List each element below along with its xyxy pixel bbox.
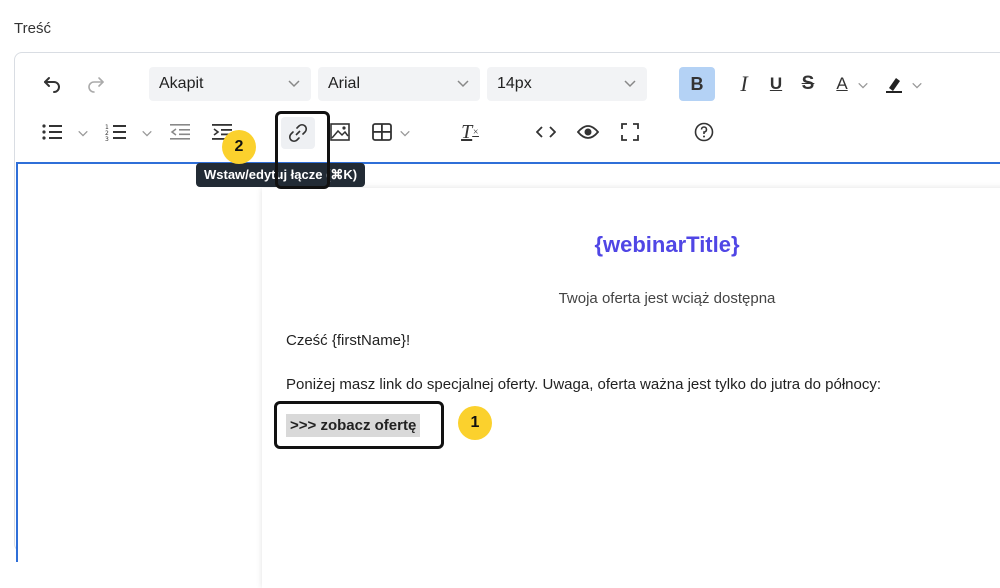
underline-button[interactable]: U bbox=[761, 69, 791, 99]
outdent-icon[interactable] bbox=[165, 117, 195, 147]
text-color-button[interactable]: A bbox=[827, 69, 857, 99]
clear-formatting-label: T bbox=[461, 120, 473, 143]
highlight-icon[interactable] bbox=[879, 69, 909, 99]
content-field-label: Treść bbox=[14, 20, 51, 37]
italic-button[interactable]: I bbox=[729, 69, 759, 99]
email-title: {webinarTitle} bbox=[594, 232, 740, 257]
highlight-box-link-button bbox=[275, 111, 330, 189]
clear-x-mark: × bbox=[472, 126, 479, 138]
chevron-down-icon bbox=[457, 80, 469, 88]
table-icon[interactable] bbox=[367, 117, 397, 147]
font-family-select[interactable]: Arial bbox=[318, 67, 480, 101]
numbered-list-icon[interactable]: 123 bbox=[101, 117, 131, 147]
chevron-down-icon[interactable] bbox=[857, 79, 869, 91]
chevron-down-icon[interactable] bbox=[77, 127, 89, 139]
bullet-list-icon[interactable] bbox=[37, 117, 67, 147]
strikethrough-button[interactable]: S bbox=[793, 69, 823, 99]
email-greeting: Cześć {firstName}! bbox=[286, 332, 411, 349]
step-badge-1: 1 bbox=[458, 406, 492, 440]
chevron-down-icon bbox=[288, 80, 300, 88]
fullscreen-icon[interactable] bbox=[615, 117, 645, 147]
font-size-select[interactable]: 14px bbox=[487, 67, 647, 101]
chevron-down-icon[interactable] bbox=[399, 127, 411, 139]
highlight-box-offer-link bbox=[274, 401, 444, 449]
block-format-select[interactable]: Akapit bbox=[149, 67, 311, 101]
chevron-down-icon[interactable] bbox=[141, 127, 153, 139]
step-badge-2: 2 bbox=[222, 130, 256, 164]
font-family-value: Arial bbox=[328, 75, 361, 92]
undo-icon[interactable] bbox=[37, 69, 67, 99]
preview-icon[interactable] bbox=[573, 117, 603, 147]
code-icon[interactable] bbox=[531, 117, 561, 147]
chevron-down-icon bbox=[624, 80, 636, 88]
redo-icon[interactable] bbox=[81, 69, 111, 99]
email-subtitle: Twoja oferta jest wciąż dostępna bbox=[558, 290, 776, 307]
help-icon[interactable] bbox=[689, 117, 719, 147]
email-body-text: Poniżej masz link do specjalnej oferty. … bbox=[286, 376, 882, 393]
email-page: {webinarTitle} Twoja oferta jest wciąż d… bbox=[262, 188, 1000, 588]
clear-formatting-icon[interactable]: T × bbox=[455, 117, 485, 147]
svg-text:3: 3 bbox=[105, 136, 109, 141]
bold-button[interactable]: B bbox=[679, 67, 715, 101]
block-format-value: Akapit bbox=[159, 75, 204, 92]
editor-content-area[interactable]: {webinarTitle} Twoja oferta jest wciąż d… bbox=[16, 162, 1000, 588]
font-size-value: 14px bbox=[497, 75, 532, 92]
chevron-down-icon[interactable] bbox=[911, 79, 923, 91]
